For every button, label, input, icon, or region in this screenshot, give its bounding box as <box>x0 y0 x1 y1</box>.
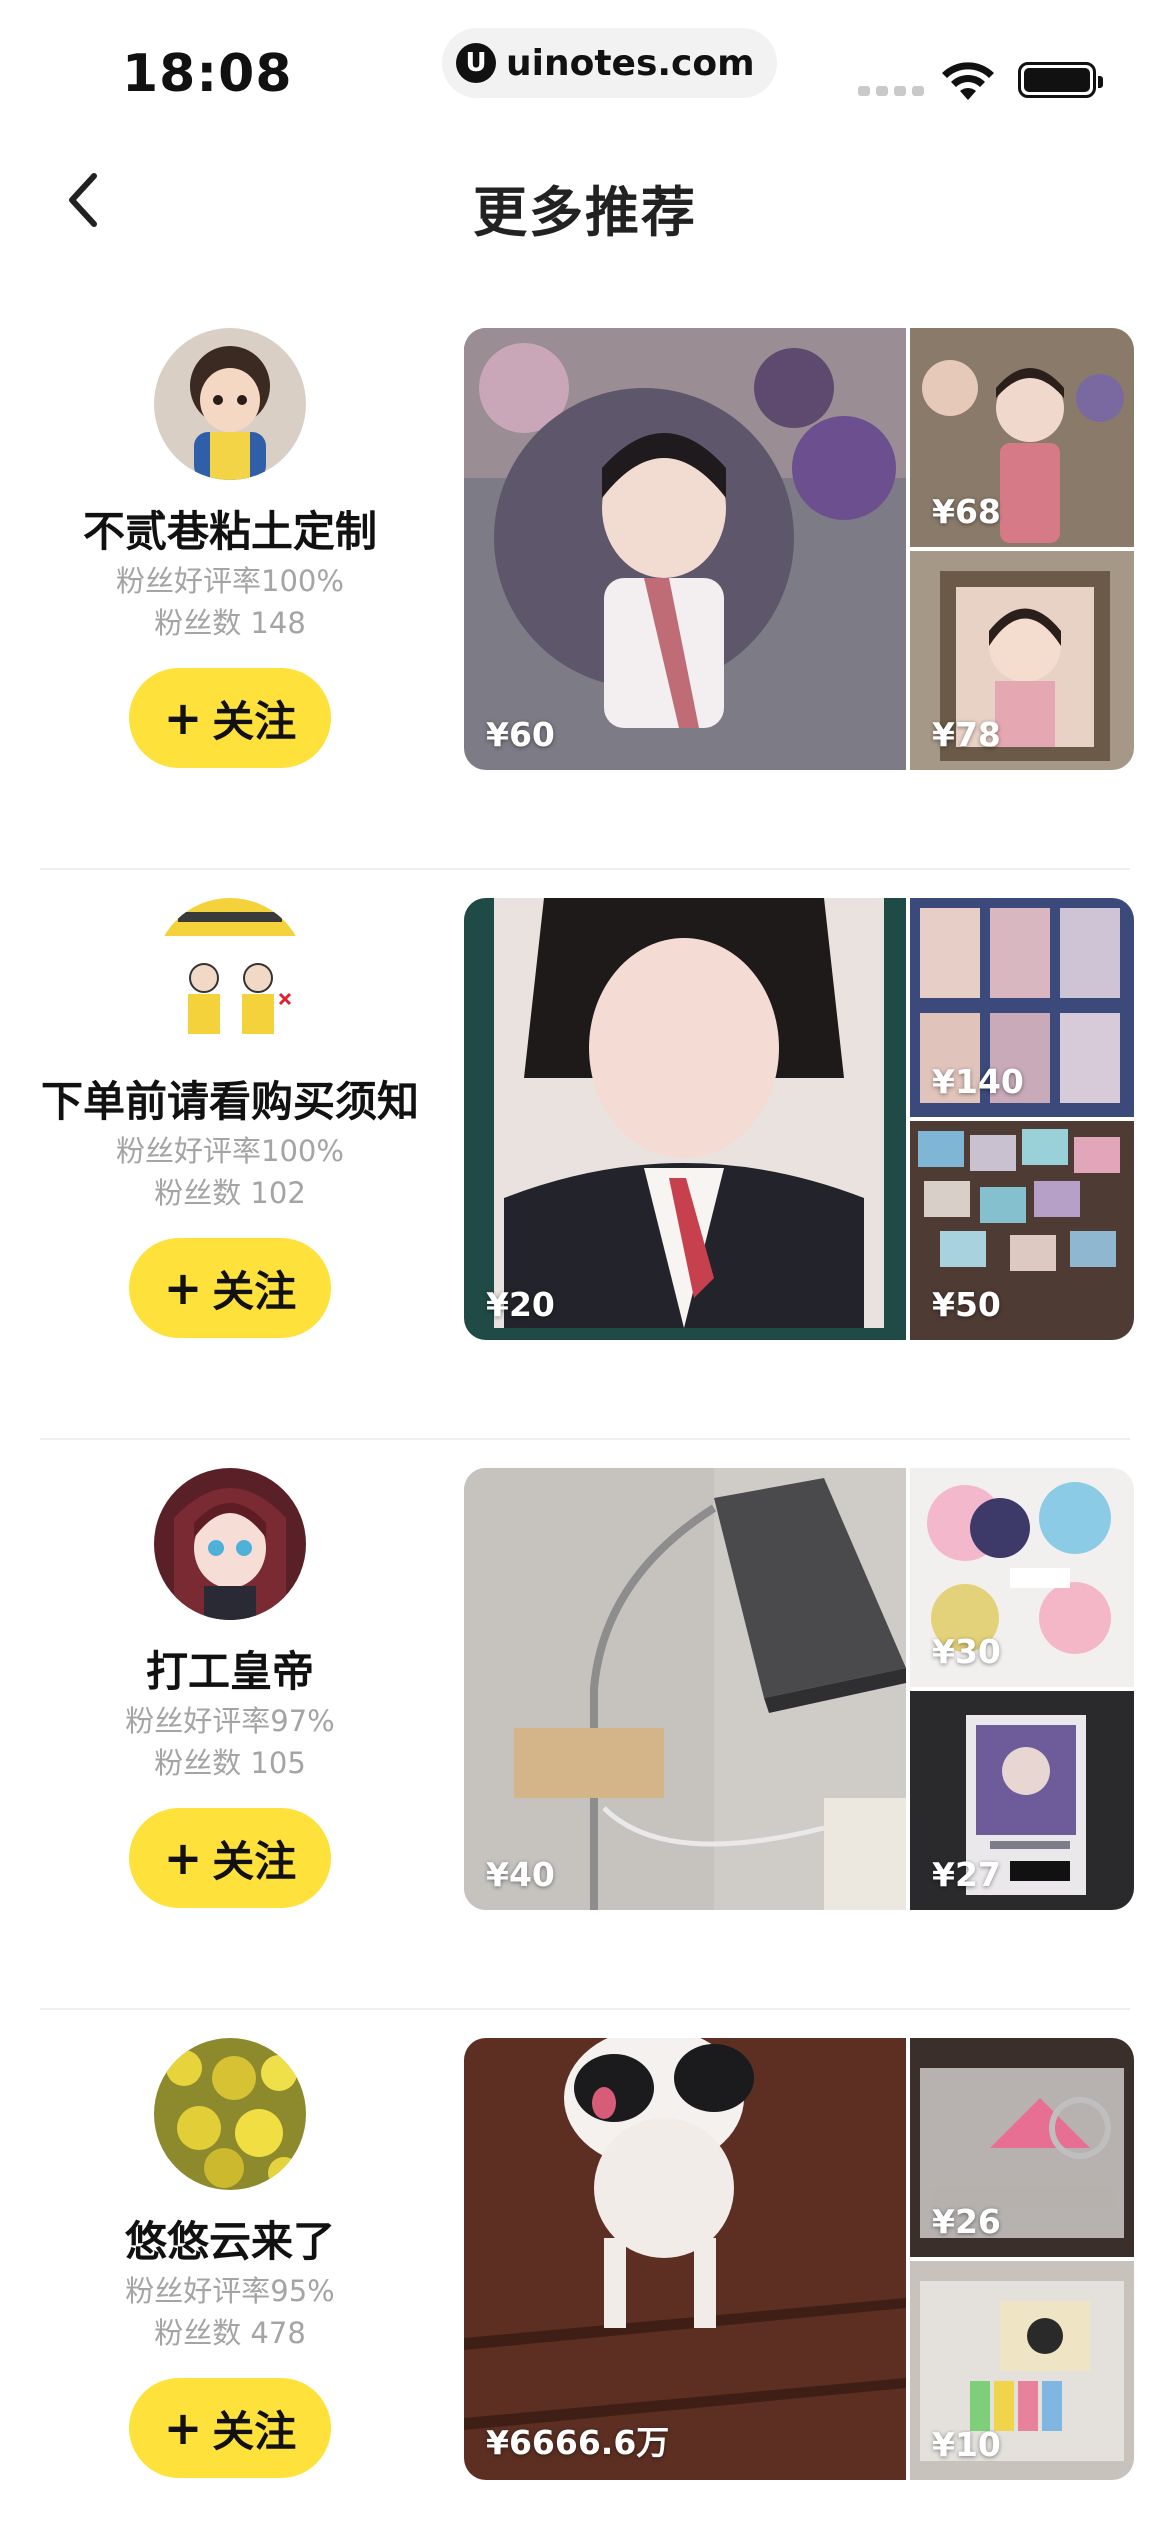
seller-avatar[interactable] <box>154 2038 306 2190</box>
seller-avatar[interactable] <box>154 1468 306 1620</box>
seller-name[interactable]: 悠悠云来了 <box>20 2214 440 2270</box>
plus-icon: + <box>163 2401 203 2455</box>
seller-name[interactable]: 不贰巷粘土定制 <box>20 504 440 560</box>
product-price: ¥50 <box>932 1285 1001 1324</box>
seller-name[interactable]: 打工皇帝 <box>20 1644 440 1700</box>
product-photo[interactable]: ¥40 <box>464 1468 906 1910</box>
follow-label: 关注 <box>212 2406 297 2456</box>
product-price: ¥68 <box>932 492 1001 531</box>
seller-rating: 粉丝好评率100% <box>116 564 344 598</box>
product-gallery: ¥20 ¥140 ¥50 <box>464 898 1134 1340</box>
nav-bar: 更多推荐 <box>0 140 1170 260</box>
seller-info: 下单前请看购买须知 粉丝好评率100% 粉丝数 102 + 关注 <box>20 898 440 1338</box>
product-price: ¥78 <box>932 715 1001 754</box>
seller-avatar[interactable] <box>154 898 306 1050</box>
product-photo[interactable]: ¥140 <box>910 898 1134 1117</box>
follow-button[interactable]: + 关注 <box>129 668 331 768</box>
product-gallery: ¥6666.6万 ¥26 ¥10 <box>464 2038 1134 2480</box>
product-photo[interactable]: ¥26 <box>910 2038 1134 2257</box>
status-time: 18:08 <box>122 44 293 104</box>
site-logo-icon: U <box>456 43 496 83</box>
seller-card[interactable]: 悠悠云来了 粉丝好评率95% 粉丝数 478 + 关注 ¥6666.6万 ¥26… <box>0 2010 1170 2532</box>
seller-rating: 粉丝好评率97% <box>125 1704 335 1738</box>
seller-rating: 粉丝好评率95% <box>125 2274 335 2308</box>
seller-fans: 粉丝数 478 <box>154 2316 306 2350</box>
product-photo[interactable]: ¥27 <box>910 1691 1134 1910</box>
product-price: ¥60 <box>486 715 555 754</box>
follow-button[interactable]: + 关注 <box>129 1238 331 1338</box>
plus-icon: + <box>163 1261 203 1315</box>
seller-card[interactable]: 打工皇帝 粉丝好评率97% 粉丝数 105 + 关注 ¥40 ¥30 ¥27 <box>0 1440 1170 2010</box>
product-price: ¥10 <box>932 2425 1001 2464</box>
seller-rating: 粉丝好评率100% <box>116 1134 344 1168</box>
product-price: ¥140 <box>932 1062 1024 1101</box>
plus-icon: + <box>163 691 203 745</box>
product-photo[interactable]: ¥50 <box>910 1121 1134 1340</box>
product-price: ¥40 <box>486 1855 555 1894</box>
product-photo[interactable]: ¥6666.6万 <box>464 2038 906 2480</box>
seller-list: 不贰巷粘土定制 粉丝好评率100% 粉丝数 148 + 关注 ¥60 ¥68 ¥… <box>0 300 1170 2532</box>
seller-info: 悠悠云来了 粉丝好评率95% 粉丝数 478 + 关注 <box>20 2038 440 2478</box>
product-price: ¥27 <box>932 1855 1001 1894</box>
product-price: ¥30 <box>932 1632 1001 1671</box>
url-text: uinotes.com <box>506 42 755 84</box>
cellular-signal-icon <box>858 86 924 96</box>
follow-button[interactable]: + 关注 <box>129 2378 331 2478</box>
follow-label: 关注 <box>212 696 297 746</box>
product-photo[interactable]: ¥78 <box>910 551 1134 770</box>
product-price: ¥20 <box>486 1285 555 1324</box>
plus-icon: + <box>163 1831 203 1885</box>
product-photo[interactable]: ¥30 <box>910 1468 1134 1687</box>
page-title: 更多推荐 <box>473 181 697 244</box>
follow-button[interactable]: + 关注 <box>129 1808 331 1908</box>
wifi-icon <box>942 62 994 100</box>
product-gallery: ¥40 ¥30 ¥27 <box>464 1468 1134 1910</box>
seller-fans: 粉丝数 102 <box>154 1176 306 1210</box>
product-photo[interactable]: ¥60 <box>464 328 906 770</box>
seller-info: 不贰巷粘土定制 粉丝好评率100% 粉丝数 148 + 关注 <box>20 328 440 768</box>
product-price: ¥6666.6万 <box>486 2423 670 2462</box>
url-pill[interactable]: U uinotes.com <box>442 28 777 98</box>
seller-fans: 粉丝数 148 <box>154 606 306 640</box>
product-photo[interactable]: ¥20 <box>464 898 906 1340</box>
product-photo[interactable]: ¥68 <box>910 328 1134 547</box>
battery-icon <box>1018 62 1103 98</box>
seller-card[interactable]: 不贰巷粘土定制 粉丝好评率100% 粉丝数 148 + 关注 ¥60 ¥68 ¥… <box>0 300 1170 870</box>
status-bar: 18:08 U uinotes.com <box>0 0 1170 140</box>
seller-fans: 粉丝数 105 <box>154 1746 306 1780</box>
product-gallery: ¥60 ¥68 ¥78 <box>464 328 1134 770</box>
follow-label: 关注 <box>212 1266 297 1316</box>
product-price: ¥26 <box>932 2202 1001 2241</box>
product-photo[interactable]: ¥10 <box>910 2261 1134 2480</box>
seller-info: 打工皇帝 粉丝好评率97% 粉丝数 105 + 关注 <box>20 1468 440 1908</box>
seller-card[interactable]: 下单前请看购买须知 粉丝好评率100% 粉丝数 102 + 关注 ¥20 ¥14… <box>0 870 1170 1440</box>
seller-avatar[interactable] <box>154 328 306 480</box>
follow-label: 关注 <box>212 1836 297 1886</box>
seller-name[interactable]: 下单前请看购买须知 <box>20 1074 440 1130</box>
